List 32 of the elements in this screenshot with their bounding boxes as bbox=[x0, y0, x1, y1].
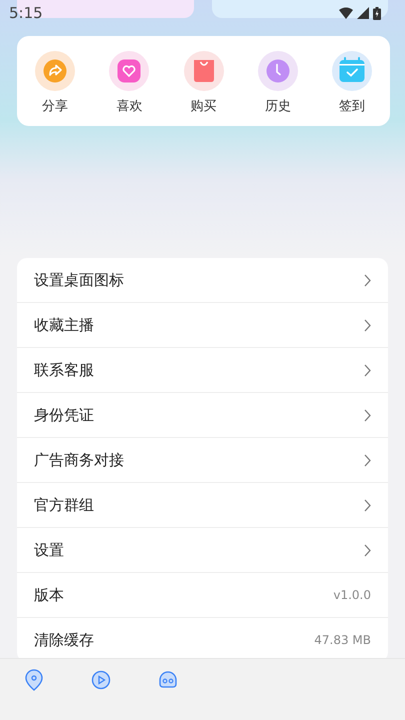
quick-action[interactable]: 喜欢 bbox=[109, 51, 150, 126]
menu-item[interactable]: 身份凭证 bbox=[17, 392, 388, 437]
menu-item[interactable]: 设置 bbox=[17, 527, 388, 572]
quick-action[interactable]: 分享 bbox=[35, 51, 75, 126]
chevron-right-icon bbox=[364, 498, 371, 512]
history-icon bbox=[258, 51, 298, 91]
pin-tab-icon[interactable] bbox=[23, 669, 45, 691]
menu-item[interactable]: 广告商务对接 bbox=[17, 437, 388, 482]
chevron-right-icon bbox=[364, 364, 371, 376]
menu-item[interactable]: 联系客服 bbox=[17, 347, 388, 392]
menu-item[interactable]: 官方群组 bbox=[17, 482, 388, 527]
share-icon bbox=[35, 51, 75, 91]
chevron-right-icon bbox=[364, 454, 371, 466]
wifi-icon bbox=[339, 7, 353, 19]
menu-item[interactable]: 设置桌面图标 bbox=[17, 258, 388, 302]
chevron-right-icon bbox=[364, 318, 371, 332]
battery-icon bbox=[373, 6, 381, 20]
recharge-card[interactable] bbox=[212, 0, 388, 18]
menu-item[interactable]: 收藏主播 bbox=[17, 302, 388, 347]
checkin-icon bbox=[332, 51, 372, 91]
status-time: 5:15 bbox=[9, 4, 43, 22]
chevron-right-icon bbox=[364, 274, 371, 286]
buy-icon bbox=[184, 51, 224, 91]
like-icon bbox=[109, 51, 150, 91]
quick-action[interactable]: 签到 bbox=[332, 51, 372, 126]
chevron-right-icon bbox=[364, 544, 371, 556]
signal-icon bbox=[357, 7, 369, 19]
play-tab-icon[interactable] bbox=[90, 669, 112, 691]
quick-action[interactable]: 历史 bbox=[258, 51, 298, 126]
chevron-right-icon bbox=[364, 408, 371, 422]
quick-action[interactable]: 购买 bbox=[184, 51, 224, 126]
menu-item[interactable]: 版本 v1.0.0 bbox=[17, 572, 388, 617]
